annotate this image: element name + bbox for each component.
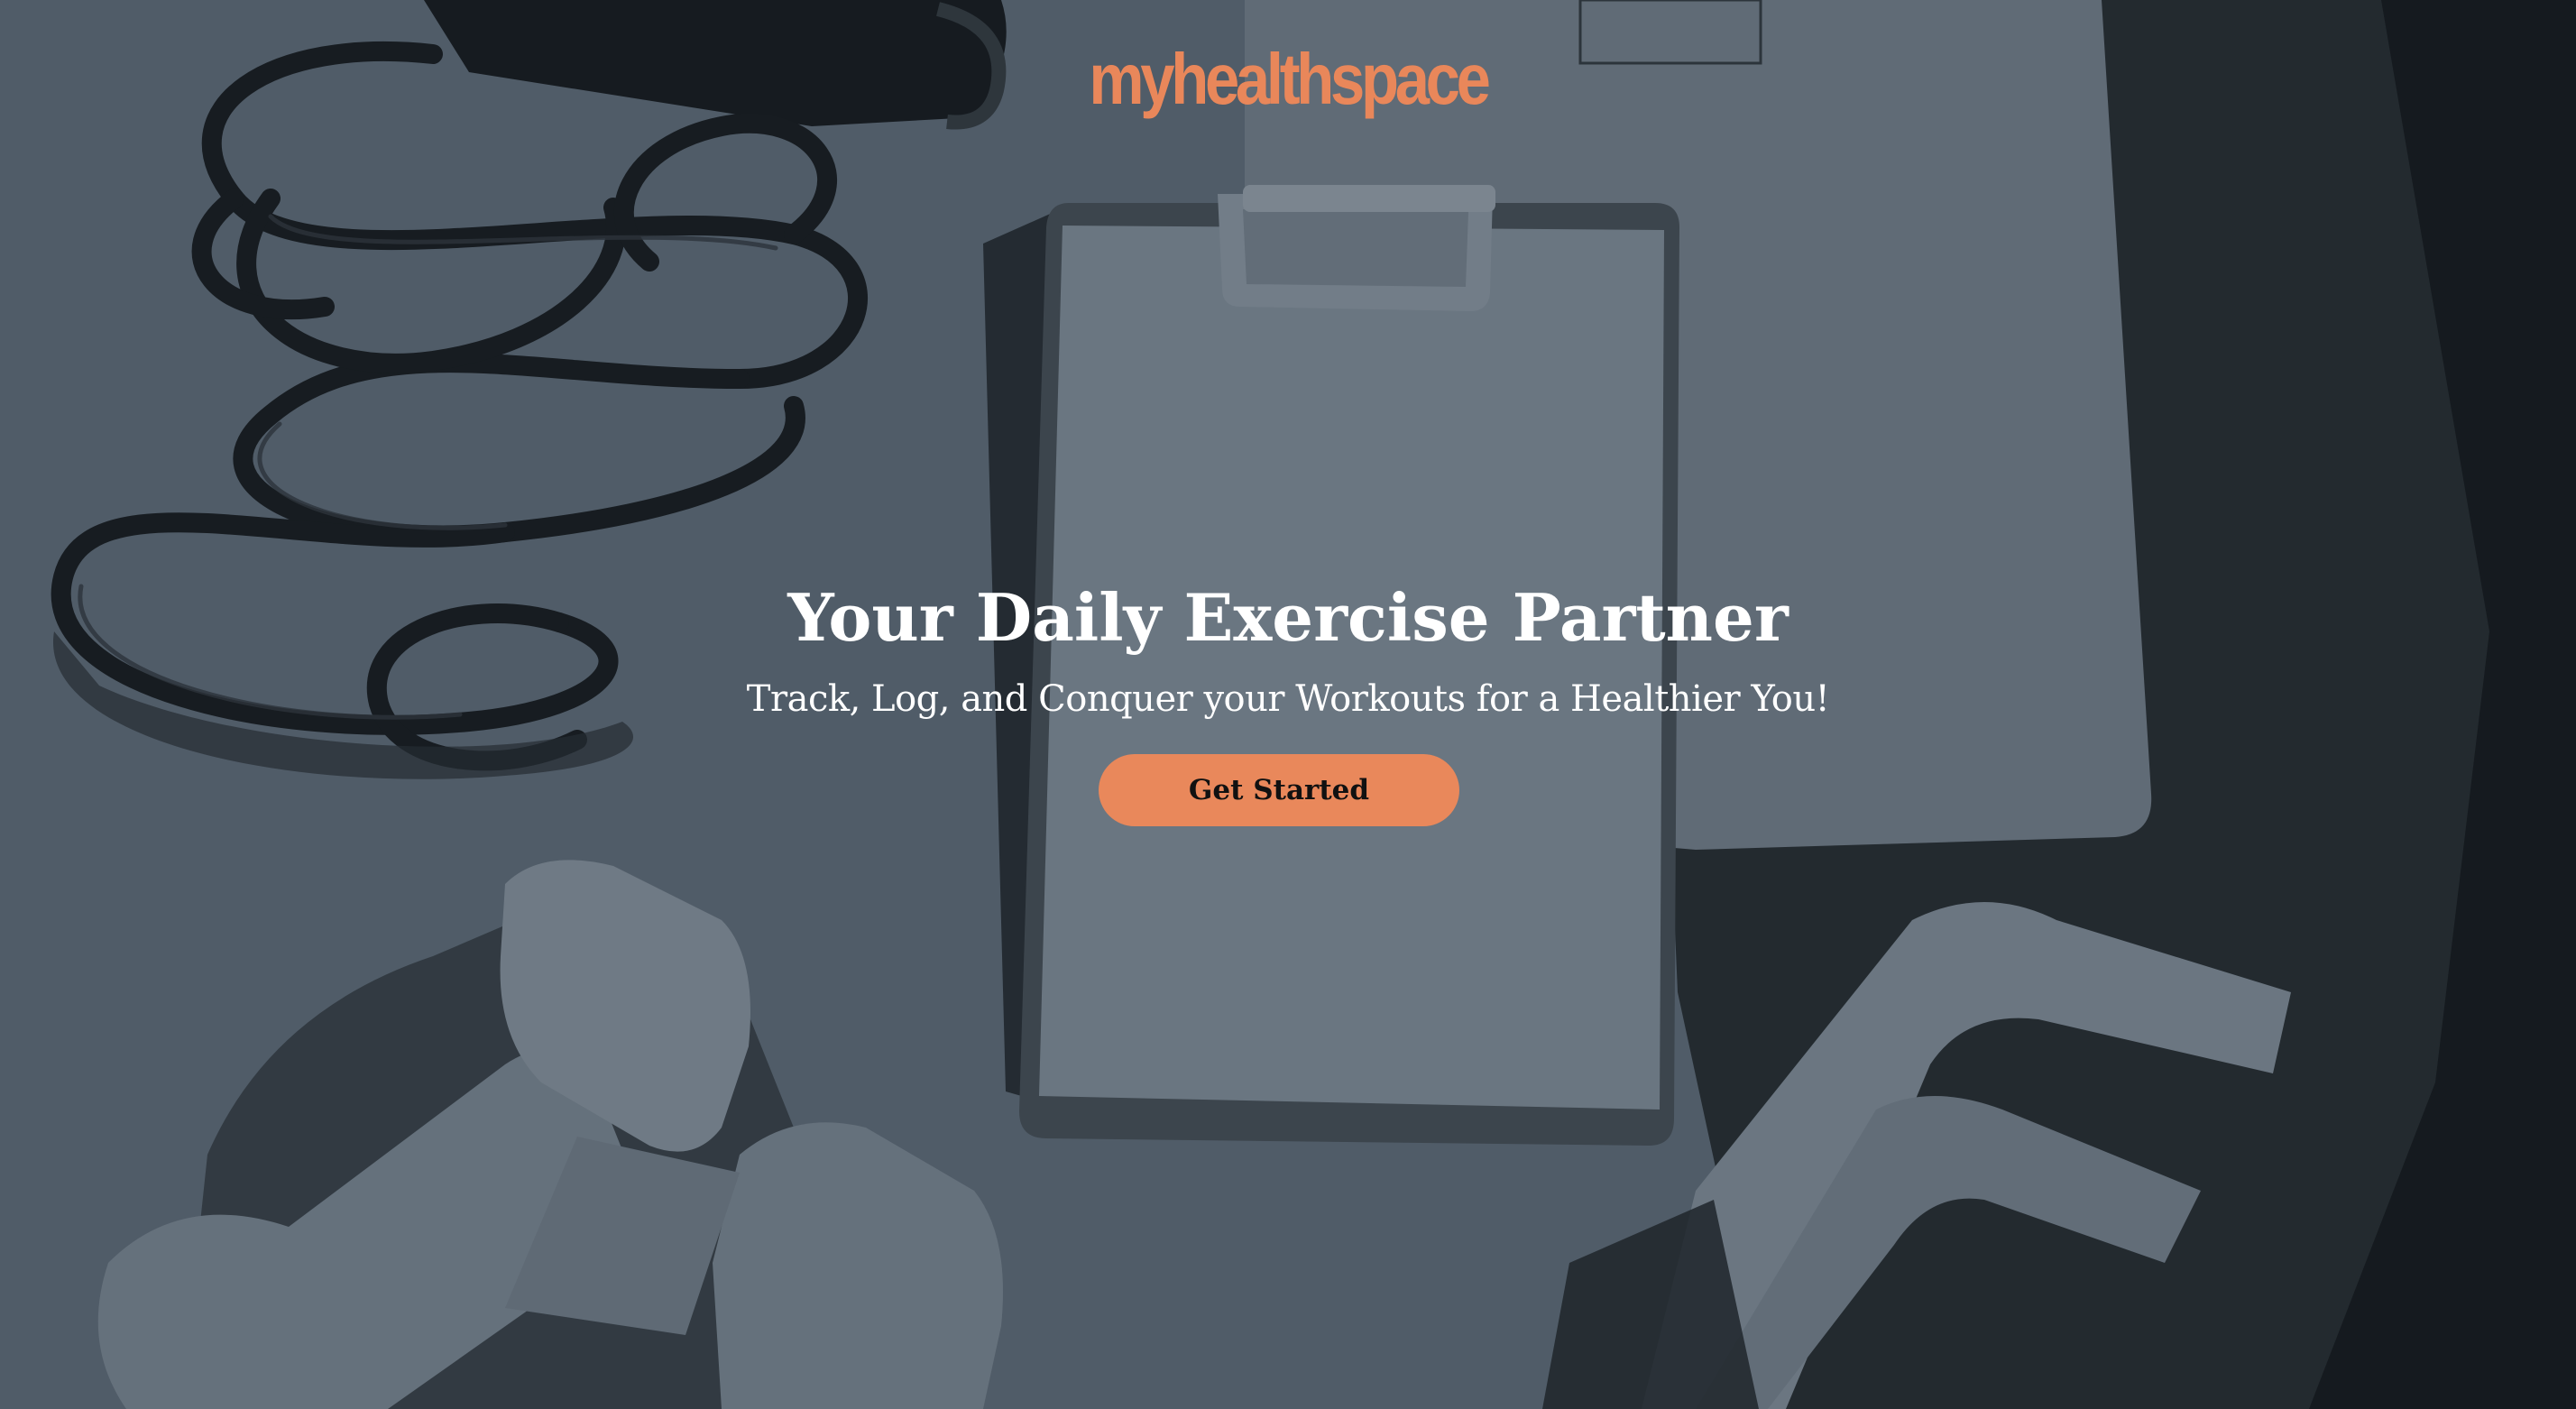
brand-logo[interactable]: myhealthspace: [180, 36, 2396, 122]
get-started-button[interactable]: Get Started: [1099, 754, 1459, 826]
hero-section: myhealthspace Your Daily Exercise Partne…: [0, 0, 2576, 1409]
hero-subheadline: Track, Log, and Conquer your Workouts fo…: [746, 678, 1830, 720]
hero-headline: Your Daily Exercise Partner: [787, 579, 1789, 656]
